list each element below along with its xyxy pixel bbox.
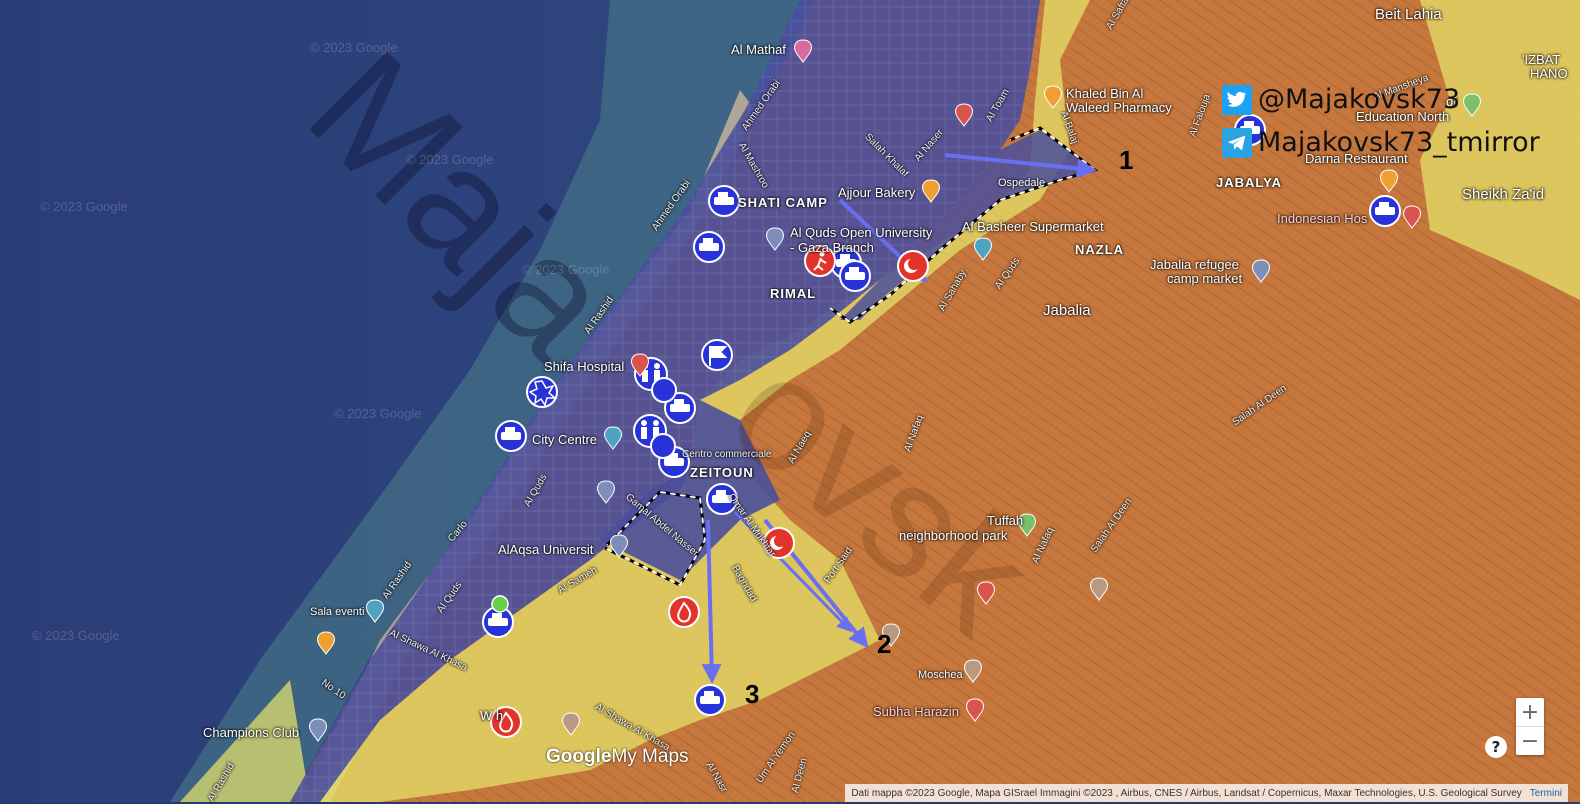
district-label: SHATI CAMP [738, 195, 828, 210]
people-marker[interactable] [650, 433, 676, 459]
tank-marker[interactable] [839, 260, 871, 292]
place-label: Indonesian Hos [1277, 211, 1368, 226]
place-label: - Gaza Branch [790, 240, 874, 255]
place-label: W h [480, 708, 504, 723]
copyright-watermark: © 2023 Google [334, 406, 422, 421]
place-label: 'IZBAT [1522, 52, 1561, 67]
zoom-controls: + − [1516, 698, 1544, 755]
place-label: neighborhood park [899, 528, 1008, 543]
copyright-watermark: © 2023 Google [522, 262, 610, 277]
green-marker[interactable] [491, 595, 509, 613]
twitter-handle-text: @Majakovsk73 [1258, 84, 1461, 115]
place-label: Al Basheer Supermarket [962, 219, 1104, 234]
place-label: Al Mathaf [731, 42, 786, 57]
place-label: Tuffah [987, 513, 1024, 528]
explosion-marker[interactable] [526, 376, 558, 408]
copyright-watermark: © 2023 Google [310, 40, 398, 55]
place-label: Moschea [918, 669, 963, 681]
map-canvas[interactable]: Maja ovsk [0, 0, 1580, 802]
district-label: RIMAL [770, 286, 817, 301]
tank-marker[interactable] [1369, 195, 1401, 227]
twitter-handle[interactable]: @Majakovsk73 [1222, 84, 1460, 115]
arrow-number: 2 [877, 629, 892, 659]
place-label: Sheikh Za'id [1462, 186, 1545, 203]
tank-marker[interactable] [708, 185, 740, 217]
place-label: AlAqsa Universit [498, 542, 594, 557]
place-label: Al Quds Open University [790, 225, 933, 240]
zoom-out-button[interactable]: − [1516, 727, 1544, 755]
copyright-watermark: © 2023 Google [40, 199, 128, 214]
copyright-watermark: © 2023 Google [406, 152, 494, 167]
place-label: Beit Lahia [1375, 6, 1442, 23]
tank-marker[interactable] [693, 231, 725, 263]
place-label: Shifa Hospital [544, 359, 625, 374]
telegram-handle-text: Majakovsk73_tmirror [1258, 127, 1540, 158]
telegram-icon [1222, 127, 1252, 158]
place-label: Jabalia refugee [1150, 257, 1239, 272]
arrow-number: 1 [1119, 145, 1134, 175]
copyright-watermark: © 2023 Google [32, 628, 120, 643]
district-label: ZEITOUN [690, 465, 754, 480]
place-label: Ajjour Bakery [838, 185, 916, 200]
district-label: JABALYA [1216, 175, 1283, 190]
zoom-in-button[interactable]: + [1516, 698, 1544, 726]
place-label: City Centre [532, 432, 598, 447]
crescent-marker[interactable] [897, 250, 929, 282]
place-label: Subha Harazin [873, 704, 959, 719]
people-marker[interactable] [651, 377, 677, 403]
place-label: Centro commerciale [682, 449, 772, 460]
flag-marker[interactable] [701, 339, 733, 371]
place-label: HANO [1530, 66, 1568, 81]
place-label: Waleed Pharmacy [1066, 100, 1172, 115]
place-label: Sala eventi [310, 606, 365, 618]
google-mymaps-logo: GoogleMy Maps [546, 746, 689, 767]
arrow-number: 3 [745, 679, 760, 709]
help-button[interactable]: ? [1485, 736, 1507, 758]
telegram-handle[interactable]: Majakovsk73_tmirror [1222, 127, 1540, 158]
twitter-icon [1222, 84, 1252, 115]
place-label: Khaled Bin Al [1066, 86, 1144, 101]
map-attribution: Dati mappa ©2023 Google, Mapa GISrael Im… [845, 784, 1568, 802]
tank-marker[interactable] [694, 684, 726, 716]
terms-link[interactable]: Termini [1530, 788, 1562, 799]
tank-marker[interactable] [495, 420, 527, 452]
place-label: Jabalia [1043, 302, 1091, 319]
place-label: Ospedale [998, 177, 1046, 189]
fire-marker[interactable] [668, 596, 700, 628]
attribution-text: Dati mappa ©2023 Google, Mapa GISrael Im… [851, 787, 1522, 799]
place-label: Champions Club [203, 725, 300, 740]
district-label: NAZLA [1075, 242, 1125, 257]
place-label: camp market [1167, 271, 1243, 286]
